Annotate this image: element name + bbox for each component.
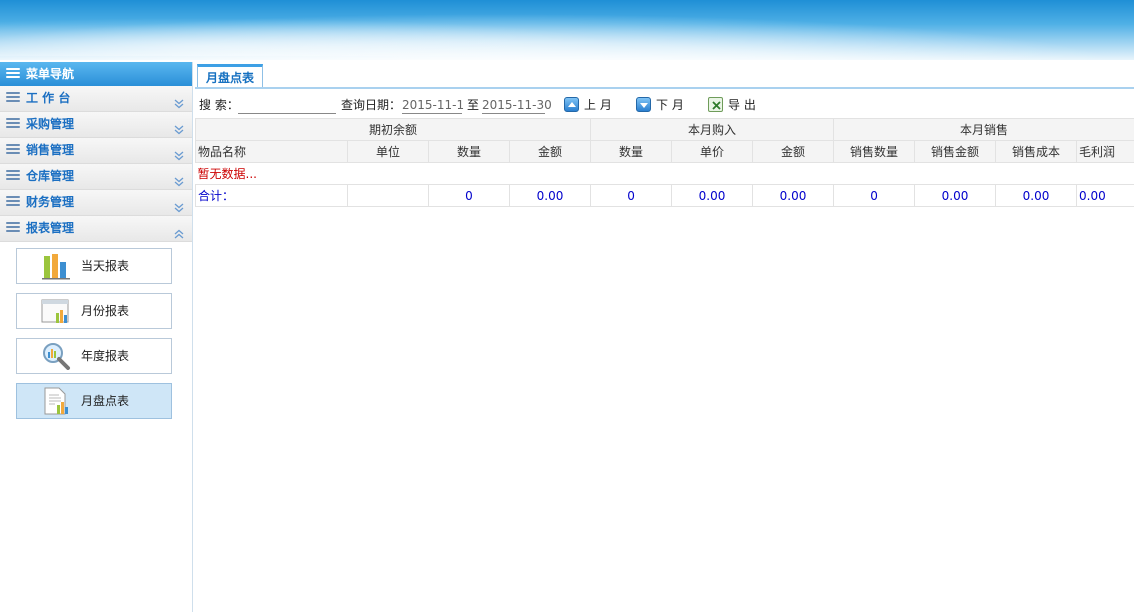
group-header-purchase: 本月购入 xyxy=(590,118,835,141)
col-header-opening-amount: 金额 xyxy=(508,140,592,163)
col-header-item-name: 物品名称 xyxy=(195,140,348,163)
tab-bar: 月盘点表 xyxy=(195,62,1134,89)
sidebar-item-reports[interactable]: 报表管理 xyxy=(0,216,192,242)
total-sales-amount: 0.00 xyxy=(914,184,997,207)
sidebar-item-sales[interactable]: 销售管理 xyxy=(0,138,192,164)
bar-chart-icon xyxy=(41,252,71,280)
chevron-up-icon[interactable] xyxy=(174,223,184,239)
group-header-opening: 期初余额 xyxy=(194,118,592,141)
magnifier-icon xyxy=(41,342,71,370)
sidebar-item-label: 销售管理 xyxy=(26,143,75,157)
col-header-sales-qty: 销售数量 xyxy=(833,140,916,163)
sidebar: 菜单导航 工 作 台 采购管理 销售管理 仓库管理 财务管理 报表管理 当天报表… xyxy=(0,62,193,612)
list-icon xyxy=(6,170,20,182)
no-data-message: 暂无数据... xyxy=(197,167,257,181)
next-month-button[interactable]: 下 月 xyxy=(636,96,684,114)
submenu-label: 当天报表 xyxy=(81,259,130,273)
list-icon xyxy=(6,222,20,234)
list-icon xyxy=(6,118,20,130)
chevron-down-icon[interactable] xyxy=(174,197,184,213)
total-purchase-amount: 0.00 xyxy=(752,184,835,207)
next-month-label: 下 月 xyxy=(656,98,684,112)
total-sales-cost: 0.00 xyxy=(995,184,1078,207)
col-header-purchase-price: 单价 xyxy=(671,140,754,163)
col-header-sales-amount: 销售金额 xyxy=(914,140,997,163)
chevron-down-icon[interactable] xyxy=(174,171,184,187)
list-icon xyxy=(6,144,20,156)
excel-icon xyxy=(708,97,723,112)
window-chart-icon xyxy=(41,297,71,325)
total-label: 合计： xyxy=(195,184,348,207)
search-input[interactable] xyxy=(238,97,336,114)
list-icon xyxy=(6,68,20,80)
table-row-empty: 暂无数据... xyxy=(196,163,1134,185)
chevron-down-icon[interactable] xyxy=(174,93,184,109)
date-label: 查询日期： xyxy=(341,98,402,112)
submenu-label: 月盘点表 xyxy=(81,394,130,408)
sidebar-item-label: 采购管理 xyxy=(26,117,75,131)
sidebar-item-purchase[interactable]: 采购管理 xyxy=(0,112,192,138)
arrow-down-icon xyxy=(636,97,651,112)
prev-month-button[interactable]: 上 月 xyxy=(564,96,612,114)
sidebar-item-label: 报表管理 xyxy=(26,221,75,235)
col-header-unit: 单位 xyxy=(347,140,429,163)
submenu-monthly-report[interactable]: 月份报表 xyxy=(16,293,172,329)
menu-nav-title: 菜单导航 xyxy=(26,67,75,81)
sidebar-item-warehouse[interactable]: 仓库管理 xyxy=(0,164,192,190)
banner-wave xyxy=(0,6,1134,56)
col-header-gross-profit: 毛利润 xyxy=(1076,140,1134,163)
sidebar-item-label: 仓库管理 xyxy=(26,169,75,183)
total-opening-amount: 0.00 xyxy=(508,184,592,207)
table-column-header-row: 物品名称 单位 数量 金额 数量 单价 金额 销售数量 销售金额 销售成本 毛利… xyxy=(195,140,1134,163)
prev-month-label: 上 月 xyxy=(584,98,612,112)
export-label: 导 出 xyxy=(728,98,756,112)
col-header-opening-qty: 数量 xyxy=(428,140,510,163)
total-opening-qty: 0 xyxy=(428,184,510,207)
date-to-input[interactable]: 2015-11-30 xyxy=(482,97,552,114)
submenu-daily-report[interactable]: 当天报表 xyxy=(16,248,172,284)
date-separator: 至 xyxy=(467,98,480,112)
list-icon xyxy=(6,92,20,104)
sidebar-item-finance[interactable]: 财务管理 xyxy=(0,190,192,216)
list-icon xyxy=(6,196,20,208)
col-header-purchase-qty: 数量 xyxy=(590,140,673,163)
total-purchase-qty: 0 xyxy=(590,184,673,207)
menu-nav-header: 菜单导航 xyxy=(0,62,192,86)
total-unit xyxy=(347,184,429,207)
toolbar: 搜 索： 查询日期： 2015-11-1 至 2015-11-30 上 月 下 … xyxy=(195,92,1134,118)
group-header-sales: 本月销售 xyxy=(833,118,1134,141)
document-chart-icon xyxy=(41,387,71,415)
header-banner xyxy=(0,0,1134,60)
col-header-sales-cost: 销售成本 xyxy=(995,140,1078,163)
total-purchase-price: 0.00 xyxy=(671,184,754,207)
date-from-input[interactable]: 2015-11-1 xyxy=(402,97,464,114)
search-label: 搜 索： xyxy=(199,98,239,112)
report-submenu: 当天报表 月份报表 年度报表 月盘点表 xyxy=(0,242,192,419)
total-gross-profit: 0.00 xyxy=(1076,184,1134,207)
submenu-label: 月份报表 xyxy=(81,304,130,318)
chevron-down-icon[interactable] xyxy=(174,145,184,161)
total-sales-qty: 0 xyxy=(833,184,916,207)
export-button[interactable]: 导 出 xyxy=(708,96,756,114)
sidebar-item-workbench[interactable]: 工 作 台 xyxy=(0,86,192,112)
sidebar-item-label: 财务管理 xyxy=(26,195,75,209)
tab-monthly-inventory[interactable]: 月盘点表 xyxy=(197,64,263,87)
col-header-purchase-amount: 金额 xyxy=(752,140,835,163)
inventory-table: 期初余额 本月购入 本月销售 物品名称 单位 数量 金额 数量 单价 金额 销售… xyxy=(194,118,1134,207)
submenu-monthly-inventory[interactable]: 月盘点表 xyxy=(16,383,172,419)
table-group-header-row: 期初余额 本月购入 本月销售 xyxy=(194,118,1134,141)
chevron-down-icon[interactable] xyxy=(174,119,184,135)
submenu-label: 年度报表 xyxy=(81,349,130,363)
table-row-total: 合计： 0 0.00 0 0.00 0.00 0 0.00 0.00 0.00 xyxy=(195,184,1134,207)
sidebar-item-label: 工 作 台 xyxy=(26,91,71,105)
arrow-up-icon xyxy=(564,97,579,112)
submenu-yearly-report[interactable]: 年度报表 xyxy=(16,338,172,374)
